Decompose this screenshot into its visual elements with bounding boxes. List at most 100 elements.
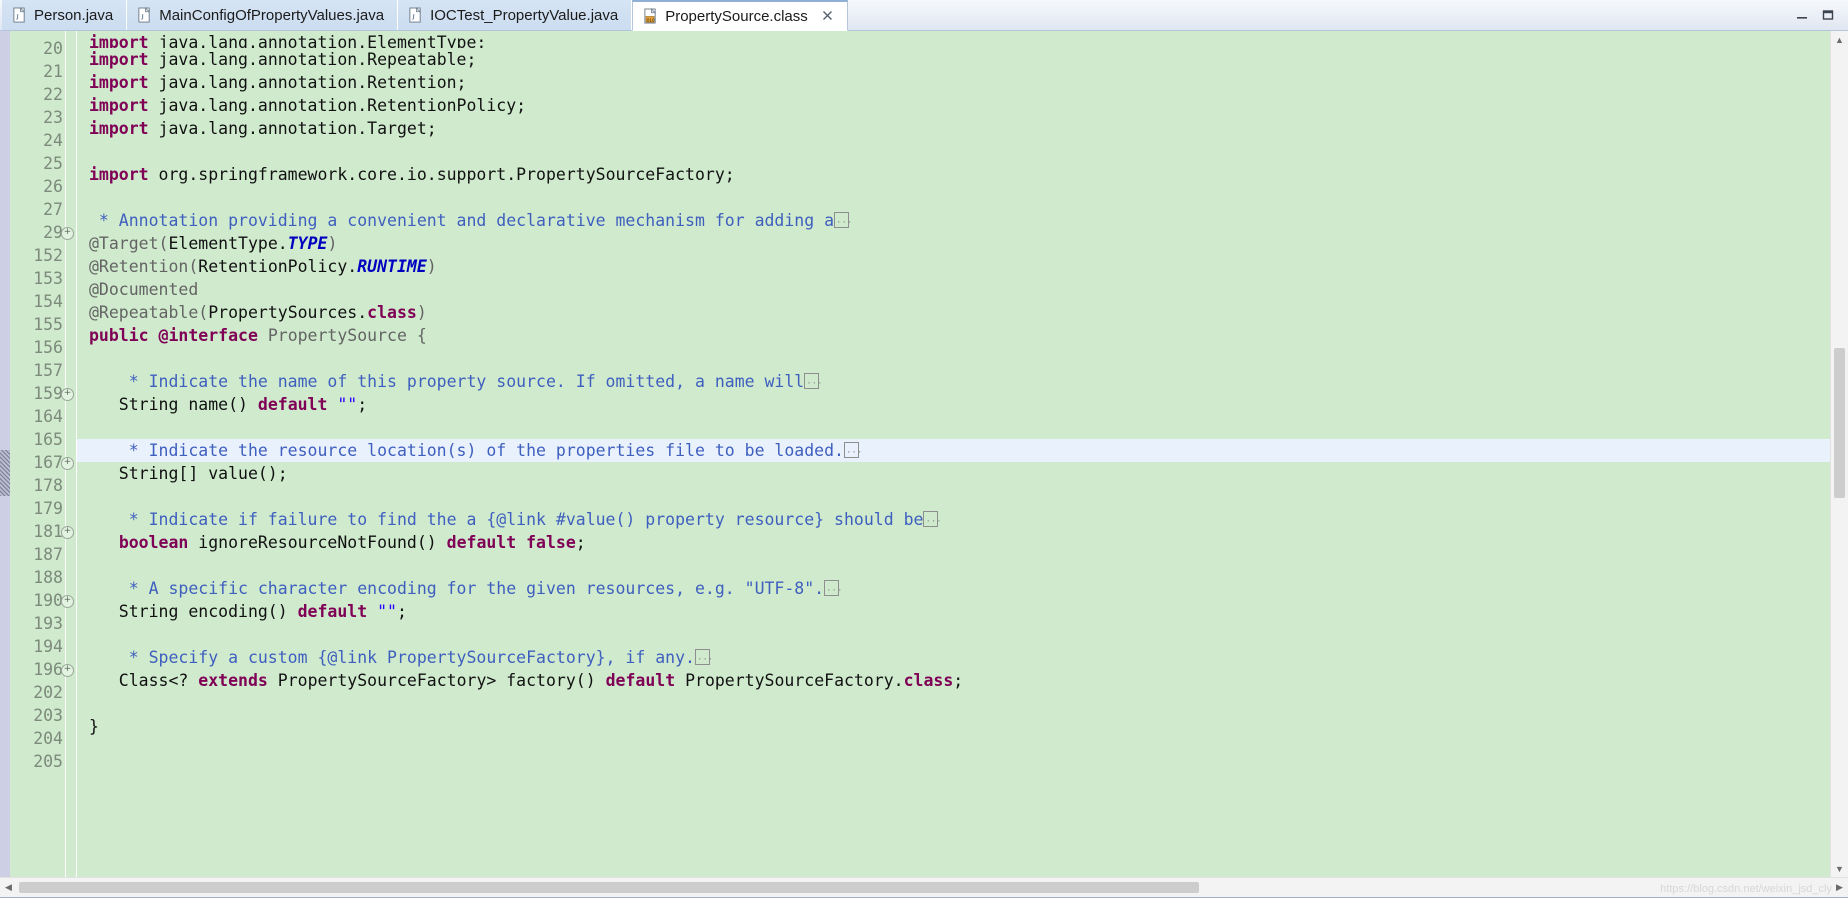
scroll-up-icon[interactable]: ▲	[1831, 31, 1848, 48]
minimize-icon[interactable]	[1794, 7, 1810, 23]
line-number-value: 21	[43, 62, 63, 81]
code-line[interactable]: import java.lang.annotation.Target;	[77, 117, 1830, 140]
class-file-icon: 010	[643, 7, 658, 25]
code-line[interactable]: String[] value();	[77, 462, 1830, 485]
collapsed-comment-box-icon[interactable]	[824, 580, 842, 596]
line-number: 27	[10, 198, 65, 221]
close-icon[interactable]	[821, 9, 834, 24]
code-line[interactable]: * A specific character encoding for the …	[77, 577, 1830, 600]
editor-tab-person-java[interactable]: J Person.java	[2, 0, 128, 30]
code-line-current[interactable]: * Indicate the resource location(s) of t…	[77, 439, 1830, 462]
svg-text:J: J	[16, 12, 19, 21]
code-line[interactable]: import java.lang.annotation.RetentionPol…	[77, 94, 1830, 117]
svg-text:010: 010	[647, 17, 655, 23]
code-token-kw: default	[257, 395, 328, 414]
folding-ruler[interactable]	[66, 31, 77, 877]
line-number-value: 167	[33, 453, 63, 472]
code-line[interactable]	[77, 623, 1830, 646]
code-token-plain: ignoreResourceNotFound()	[188, 533, 447, 552]
code-line[interactable]: * Indicate if failure to find the a {@li…	[77, 508, 1830, 531]
horizontal-scrollbar-track[interactable]	[17, 878, 1831, 897]
code-token-plain: PropertySourceFactory> factory()	[267, 671, 606, 690]
code-line[interactable]	[77, 186, 1830, 209]
fold-expand-icon[interactable]: +	[61, 388, 74, 401]
fold-expand-icon[interactable]: +	[61, 526, 74, 539]
collapsed-comment-box-icon[interactable]	[923, 511, 942, 527]
code-line[interactable]: import java.lang.annotation.Retention;	[77, 71, 1830, 94]
collapsed-comment-box-icon[interactable]	[834, 212, 852, 228]
code-line[interactable]	[77, 140, 1830, 163]
editor-tab-propertysource-class[interactable]: 010 PropertySource.class	[632, 0, 848, 31]
collapsed-comment-box-icon[interactable]	[843, 442, 862, 458]
svg-text:J: J	[141, 12, 144, 21]
java-file-icon: J	[408, 6, 423, 24]
scroll-left-icon[interactable]: ◀	[0, 878, 17, 897]
code-token-kw: import	[89, 50, 149, 69]
code-line[interactable]: import java.lang.annotation.Repeatable;	[77, 48, 1830, 71]
fold-expand-icon[interactable]: +	[61, 457, 74, 470]
code-line[interactable]: import org.springframework.core.io.suppo…	[77, 163, 1830, 186]
editor-tab-ioctest-propertyvalue-java[interactable]: J IOCTest_PropertyValue.java	[398, 0, 633, 30]
scroll-down-icon[interactable]: ▼	[1831, 860, 1848, 877]
code-token-plain: java.lang.annotation.ElementType;	[148, 33, 487, 48]
code-line[interactable]: @Repeatable(PropertySources.class)	[77, 301, 1830, 324]
code-token-plain: String encoding()	[89, 602, 298, 621]
code-line[interactable]	[77, 554, 1830, 577]
code-token-kw: import	[89, 165, 149, 184]
scroll-right-icon[interactable]: ▶	[1831, 878, 1848, 897]
svg-text:J: J	[412, 12, 415, 21]
code-line[interactable]: * Annotation providing a convenient and …	[77, 209, 1830, 232]
code-token-kw: import	[89, 73, 149, 92]
editor-tab-bar: J Person.java J MainConfigOfPropertyValues.…	[0, 0, 1848, 31]
code-line[interactable]	[77, 416, 1830, 439]
code-token-plain: java.lang.annotation.Retention;	[148, 73, 467, 92]
horizontal-scrollbar-thumb[interactable]	[19, 882, 1199, 893]
horizontal-scrollbar[interactable]: ◀ ▶ https://blog.csdn.net/weixin_jsd_cly	[0, 877, 1848, 897]
collapsed-comment-box-icon[interactable]	[804, 373, 823, 389]
vertical-scrollbar[interactable]: ▲ ▼	[1830, 31, 1848, 877]
fold-expand-icon[interactable]: +	[61, 595, 74, 608]
maximize-icon[interactable]	[1820, 7, 1836, 23]
vertical-scrollbar-thumb[interactable]	[1834, 348, 1845, 498]
code-token-ann: )	[416, 303, 427, 322]
code-line[interactable]	[77, 347, 1830, 370]
code-line[interactable]: }	[77, 715, 1830, 738]
code-line[interactable]: @Target(ElementType.TYPE)	[77, 232, 1830, 255]
code-line[interactable]	[77, 485, 1830, 508]
code-line[interactable]: import java.lang.annotation.ElementType;	[77, 31, 1830, 48]
code-line[interactable]: * Indicate the name of this property sou…	[77, 370, 1830, 393]
code-canvas[interactable]: import java.lang.annotation.ElementType;…	[77, 31, 1830, 877]
code-line[interactable]: String encoding() default "";	[77, 600, 1830, 623]
code-token-plain: }	[89, 717, 99, 736]
line-number: 181 +	[10, 520, 74, 543]
collapsed-comment-box-icon[interactable]	[694, 649, 713, 665]
line-number: 152	[10, 244, 65, 267]
line-number-value: 27	[43, 200, 63, 219]
line-number-value: 193	[33, 614, 63, 633]
code-line[interactable]	[77, 738, 1830, 761]
code-line[interactable]	[77, 692, 1830, 715]
editor-tab-label: PropertySource.class	[665, 7, 808, 25]
code-token-cmt: * Specify a custom {@link PropertySource…	[89, 648, 695, 667]
code-line[interactable]: boolean ignoreResourceNotFound() default…	[77, 531, 1830, 554]
code-line[interactable]: * Specify a custom {@link PropertySource…	[77, 646, 1830, 669]
code-token-ann: )	[327, 234, 338, 253]
source-code[interactable]: import java.lang.annotation.ElementType;…	[77, 31, 1830, 761]
line-number: 21	[10, 60, 65, 83]
fold-expand-icon[interactable]: +	[61, 664, 74, 677]
code-line[interactable]: @Documented	[77, 278, 1830, 301]
editor-tab-mainconfigofpropertyvalues-java[interactable]: J MainConfigOfPropertyValues.java	[127, 0, 399, 30]
code-token-cmt: * A specific character encoding for the …	[89, 579, 825, 598]
code-editor: 20 21 22 23 24 25 26 27 29 + 152 153 154 155 156 157 159…	[0, 31, 1848, 877]
vertical-scrollbar-track[interactable]	[1831, 48, 1848, 860]
code-token-kw: false	[526, 533, 576, 552]
code-line[interactable]: String name() default "";	[77, 393, 1830, 416]
code-line[interactable]: @Retention(RetentionPolicy.RUNTIME)	[77, 255, 1830, 278]
code-line[interactable]: Class<? extends PropertySourceFactory> f…	[77, 669, 1830, 692]
code-token-ann: @Repeatable(	[89, 303, 209, 322]
annotation-ruler[interactable]	[0, 31, 10, 877]
fold-expand-icon[interactable]: +	[61, 227, 74, 240]
code-line[interactable]: public @interface PropertySource {	[77, 324, 1830, 347]
code-token-kw: import	[89, 33, 149, 48]
